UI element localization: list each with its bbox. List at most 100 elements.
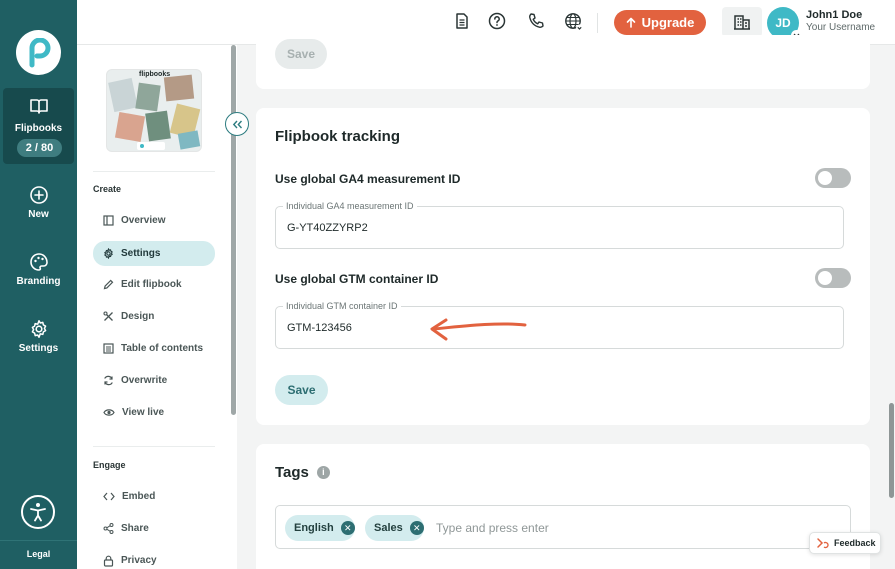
ga4-id-field[interactable]: Individual GA4 measurement ID G-YT40ZZYR… xyxy=(275,201,844,249)
tag-chip-english: English ✕ xyxy=(285,515,355,541)
sidebar-item-overview[interactable]: Overview xyxy=(93,208,215,233)
sidebar-item-privacy[interactable]: Privacy xyxy=(93,548,215,569)
tag-chip-sales: Sales ✕ xyxy=(365,515,424,541)
tags-card: Tags i English ✕ Sales ✕ Type and press e… xyxy=(256,444,870,569)
sidebar-item-view-live[interactable]: View live xyxy=(93,400,215,425)
sidebar-item-label: Overwrite xyxy=(121,375,168,386)
phone-icon[interactable] xyxy=(527,12,545,30)
gear-icon xyxy=(31,320,46,338)
thumbnail-collage-icon xyxy=(107,70,201,151)
overview-icon xyxy=(103,215,114,226)
nav-branding[interactable]: Branding xyxy=(0,252,77,287)
help-icon[interactable] xyxy=(488,12,506,30)
list-icon xyxy=(103,343,114,354)
refresh-icon xyxy=(104,375,113,386)
annotation-arrow-icon xyxy=(430,318,527,341)
app-logo[interactable] xyxy=(16,30,61,75)
nav-new[interactable]: New xyxy=(0,185,77,220)
tags-input-box[interactable]: English ✕ Sales ✕ Type and press enter xyxy=(275,505,851,549)
organization-button[interactable] xyxy=(722,7,762,37)
info-icon[interactable]: i xyxy=(316,465,330,479)
sidebar-item-embed[interactable]: Embed xyxy=(93,484,215,509)
save-button[interactable]: Save xyxy=(275,375,328,405)
palette-icon xyxy=(29,253,48,271)
gtm-field-value: GTM-123456 xyxy=(287,322,352,334)
section-create-title: Create xyxy=(93,184,122,194)
user-name: John1 Doe xyxy=(806,9,863,21)
sidebar-item-label: Edit flipbook xyxy=(121,279,182,290)
settings-card-previous: Save xyxy=(256,35,870,89)
sidebar-item-edit-flipbook[interactable]: Edit flipbook xyxy=(93,272,215,297)
share-icon xyxy=(103,523,114,534)
tags-input-placeholder[interactable]: Type and press enter xyxy=(436,521,549,535)
tag-chip-label: English xyxy=(294,522,334,534)
sidebar-item-settings[interactable]: Settings xyxy=(93,241,215,266)
gtm-id-field[interactable]: Individual GTM container ID GTM-123456 xyxy=(275,301,844,349)
flipbooks-count-badge: 2 / 80 xyxy=(17,139,62,157)
nav-flipbooks-label: Flipbooks xyxy=(14,123,63,134)
globe-icon[interactable] xyxy=(564,12,584,32)
sidebar-item-label: Embed xyxy=(122,491,156,502)
ga4-field-label: Individual GA4 measurement ID xyxy=(283,201,417,211)
gear-icon xyxy=(104,248,113,259)
lock-icon xyxy=(103,555,114,567)
plus-circle-icon xyxy=(29,186,48,204)
sidebar-item-label: Settings xyxy=(121,248,161,259)
tags-title-text: Tags xyxy=(275,464,309,481)
tag-chip-label: Sales xyxy=(374,522,403,534)
sidebar-item-table-of-contents[interactable]: Table of contents xyxy=(93,336,215,361)
accessibility-button[interactable] xyxy=(21,495,55,529)
app-rail: Flipbooks 2 / 80 New Branding Settings L… xyxy=(0,0,77,569)
design-tools-icon xyxy=(103,311,113,321)
arrow-up-icon xyxy=(626,17,635,28)
nav-settings[interactable]: Settings xyxy=(0,319,77,354)
gtm-field-label: Individual GTM container ID xyxy=(283,301,401,311)
legal-divider xyxy=(0,540,77,541)
tracking-title: Flipbook tracking xyxy=(275,128,401,145)
thumbnail-brand: flipbooks xyxy=(139,71,171,78)
sidebar-item-label: Table of contents xyxy=(121,343,204,354)
eye-icon xyxy=(103,409,115,416)
sidebar-item-label: Privacy xyxy=(121,555,157,566)
ga4-toggle-label: Use global GA4 measurement ID xyxy=(275,172,461,186)
ga4-field-value: G-YT40ZZYRP2 xyxy=(287,222,368,234)
remove-tag-icon[interactable]: ✕ xyxy=(409,521,424,535)
flipbook-thumbnail[interactable]: flipbooks xyxy=(106,69,202,152)
feedback-icon xyxy=(817,538,829,549)
sidebar-divider xyxy=(93,171,215,172)
code-icon xyxy=(103,492,115,501)
double-chevron-left-icon xyxy=(232,120,242,128)
building-icon xyxy=(734,15,750,30)
open-book-icon xyxy=(30,99,48,114)
tags-title: Tags i xyxy=(275,464,330,481)
ga4-global-toggle[interactable] xyxy=(815,168,851,188)
save-button-disabled[interactable]: Save xyxy=(275,39,327,69)
nav-new-label: New xyxy=(28,209,49,220)
sidebar-item-label: Design xyxy=(121,311,155,322)
sidebar-item-share[interactable]: Share xyxy=(93,516,215,541)
sidebar-item-label: Share xyxy=(121,523,149,534)
sidebar-item-label: View live xyxy=(122,407,165,418)
pencil-icon xyxy=(103,279,114,290)
document-icon[interactable] xyxy=(453,12,471,30)
collapse-sidebar-button[interactable] xyxy=(225,112,249,136)
feedback-button[interactable]: Feedback xyxy=(809,532,881,554)
sidebar-item-design[interactable]: Design xyxy=(93,304,215,329)
sidebar-scrollbar[interactable] xyxy=(231,45,236,415)
topbar-divider xyxy=(597,13,598,33)
sidebar-item-overwrite[interactable]: Overwrite xyxy=(93,368,215,393)
section-engage-title: Engage xyxy=(93,460,126,470)
nav-settings-label: Settings xyxy=(18,343,59,354)
nav-flipbooks[interactable]: Flipbooks 2 / 80 xyxy=(3,88,74,164)
upgrade-button[interactable]: Upgrade xyxy=(614,10,706,35)
legal-link[interactable]: Legal xyxy=(0,549,77,559)
flipbook-sidebar: flipbooks Create Overview Settings Edit … xyxy=(77,45,237,569)
avatar-initials: JD xyxy=(775,16,791,30)
gtm-global-toggle[interactable] xyxy=(815,268,851,288)
remove-tag-icon[interactable]: ✕ xyxy=(340,521,355,535)
main-scrollbar[interactable] xyxy=(889,403,894,498)
accessibility-icon xyxy=(30,503,46,522)
upgrade-label: Upgrade xyxy=(641,15,695,30)
nav-branding-label: Branding xyxy=(16,276,61,287)
sidebar-divider xyxy=(93,446,215,447)
